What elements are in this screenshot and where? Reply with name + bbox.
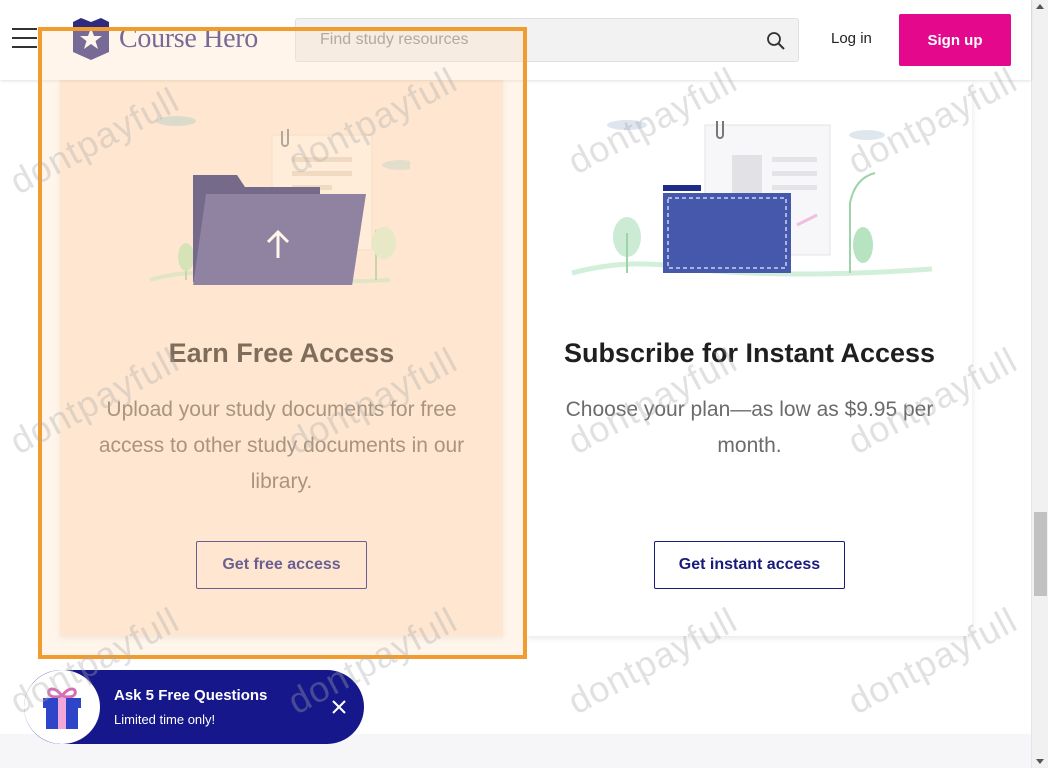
search-bar: [295, 18, 799, 62]
document-folder-illustration: [571, 120, 933, 277]
scroll-down-arrow-icon[interactable]: [1036, 759, 1044, 764]
earn-card-title: Earn Free Access: [168, 338, 395, 368]
subscribe-instant-access-card: Subscribe for Instant Access Choose your…: [527, 80, 972, 636]
subscribe-card-description: Choose your plan—as low as $9.95 per mon…: [565, 398, 934, 457]
sign-up-button[interactable]: Sign up: [899, 14, 1011, 66]
gift-icon: [24, 670, 100, 744]
log-in-link[interactable]: Log in: [831, 30, 872, 47]
page: Earn Free Access Upload your study docum…: [0, 0, 1048, 768]
promo-title: Ask 5 Free Questions: [114, 687, 268, 704]
logo-shield-icon: [73, 18, 109, 60]
free-questions-promo[interactable]: Ask 5 Free Questions Limited time only!: [24, 670, 364, 744]
subscribe-card-title: Subscribe for Instant Access: [563, 338, 936, 368]
folder-upload-illustration: [149, 116, 410, 285]
site-header: Course Hero Log in Sign up: [0, 0, 1031, 80]
promo-subtitle: Limited time only!: [114, 712, 216, 727]
earn-free-access-card: Earn Free Access Upload your study docum…: [60, 80, 503, 636]
get-instant-access-button[interactable]: Get instant access: [654, 541, 845, 589]
course-hero-logo[interactable]: Course Hero: [71, 18, 258, 60]
search-input[interactable]: [320, 19, 750, 61]
scroll-thumb[interactable]: [1034, 512, 1047, 596]
earn-card-description: Upload your study documents for free acc…: [98, 398, 465, 493]
menu-icon[interactable]: [12, 28, 37, 50]
logo-text: Course Hero: [119, 23, 258, 54]
vertical-scrollbar[interactable]: [1031, 0, 1048, 768]
get-free-access-button[interactable]: Get free access: [196, 541, 367, 589]
close-icon[interactable]: [330, 698, 348, 716]
scroll-up-arrow-icon[interactable]: [1036, 4, 1044, 9]
search-icon[interactable]: [766, 31, 786, 51]
